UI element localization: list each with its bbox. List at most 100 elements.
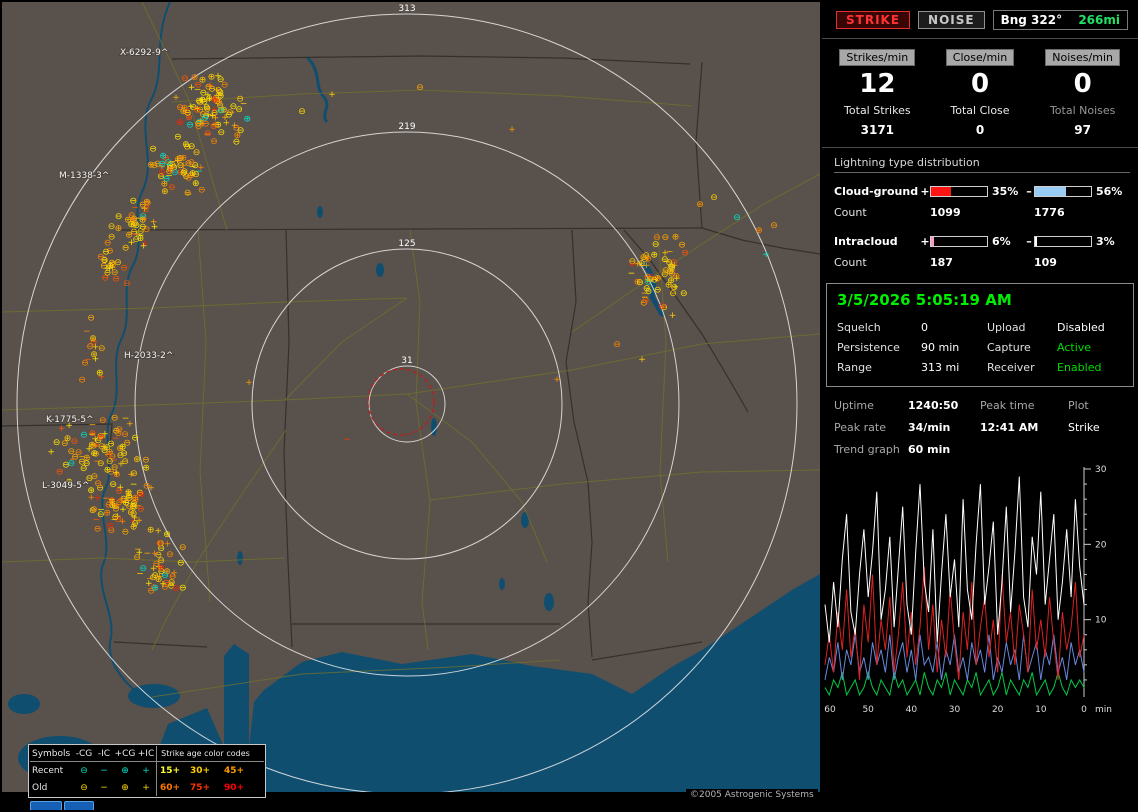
strike-symbol: + xyxy=(328,90,336,100)
strike-symbol: ⊖ xyxy=(662,233,670,243)
strike-symbol: ⊖ xyxy=(680,289,688,299)
strike-map[interactable]: 31125219313 +⊖⊖+⊖⊖⊖⊖⊖⊖+⊖⊕⊖+⊕⊖⊖⊖⊖+−⊕⊖⊖+⊕⊖… xyxy=(2,2,820,810)
ring-label: 125 xyxy=(398,239,415,249)
legend-col-neg-cg: -CG xyxy=(74,749,94,759)
session-stats: Uptime 1240:50 Peak time Plot Peak rate … xyxy=(822,387,1138,461)
strike-symbol: − xyxy=(185,190,193,200)
strike-symbol: ⊖ xyxy=(168,183,176,193)
strike-symbol: − xyxy=(136,570,144,580)
receiver-value: Enabled xyxy=(1057,358,1123,378)
distribution-title: Lightning type distribution xyxy=(834,156,1130,173)
strike-symbol: + xyxy=(140,242,148,252)
cg-pos-percent: 35% xyxy=(988,185,1024,198)
strike-symbol: ⊕ xyxy=(180,107,188,117)
strike-symbol: ⊖ xyxy=(416,83,424,93)
control-panel: STRIKE NOISE Bng 322° 266mi Strikes/min … xyxy=(822,0,1138,812)
strike-symbol: ⊖ xyxy=(172,584,180,594)
strike-symbol: ⊖ xyxy=(204,104,212,114)
ic-pos-percent: 6% xyxy=(988,235,1024,248)
noises-stat-column: Noises/min 0 Total Noises 97 xyxy=(1031,49,1134,137)
strike-symbol: ⊕ xyxy=(161,187,169,197)
ic-neg-percent: 3% xyxy=(1092,235,1124,248)
close-per-min-button[interactable]: Close/min xyxy=(946,49,1014,66)
receiver-status-grid: Squelch 0 Upload Disabled Persistence 90… xyxy=(837,318,1123,378)
strike-symbol: + xyxy=(214,72,222,82)
strikes-per-min-button[interactable]: Strikes/min xyxy=(839,49,915,66)
strike-symbol: ⊖ xyxy=(131,219,139,229)
cg-pos-bar xyxy=(930,186,988,197)
strike-symbol: − xyxy=(131,203,139,213)
strike-symbol: ⊖ xyxy=(193,148,201,158)
strike-symbol: + xyxy=(204,91,212,101)
legend-header-row: Symbols -CG -IC +CG +IC Strike age color… xyxy=(30,746,264,762)
strike-symbol: ⊕ xyxy=(156,539,164,549)
noise-mode-button[interactable]: NOISE xyxy=(918,11,985,29)
strike-map-canvas[interactable]: 31125219313 +⊖⊖+⊖⊖⊖⊖⊖⊖+⊖⊕⊖+⊕⊖⊖⊖⊖+−⊕⊖⊖+⊕⊖… xyxy=(2,2,820,810)
strike-symbol: ⊖ xyxy=(86,342,94,352)
plot-mode-value: Strike xyxy=(1068,417,1134,439)
strike-symbol: ⊖ xyxy=(108,222,116,232)
strike-symbol: ⊖ xyxy=(225,110,233,120)
strike-symbol: ⊕ xyxy=(139,215,147,225)
x-tick-label: 0 xyxy=(1081,705,1087,715)
strike-symbol: ⊕ xyxy=(133,455,141,465)
strike-symbol: + xyxy=(638,355,646,365)
capture-value: Active xyxy=(1057,338,1123,358)
cloud-ground-row: Cloud-ground + 35% – 56% xyxy=(834,181,1130,202)
close-per-min-value: 0 xyxy=(929,68,1032,100)
noises-per-min-button[interactable]: Noises/min xyxy=(1045,49,1120,66)
plus-sign: + xyxy=(920,235,930,248)
upload-label: Upload xyxy=(987,318,1057,338)
y-tick-label: 30 xyxy=(1095,465,1107,475)
strike-symbol: ⊖ xyxy=(87,314,95,324)
taskbar-chip[interactable] xyxy=(64,801,94,810)
strike-symbol: ⊖ xyxy=(181,74,189,84)
trend-graph: 1020306050403020100min xyxy=(822,465,1138,733)
strike-symbol: ⊖ xyxy=(107,440,115,450)
strike-mode-button[interactable]: STRIKE xyxy=(836,11,910,29)
old-pos-ic-icon: + xyxy=(136,783,156,793)
legend-age-title: Strike age color codes xyxy=(156,746,254,761)
strike-symbol: + xyxy=(151,222,159,232)
strike-symbol: ⊖ xyxy=(149,573,157,583)
strike-symbol: ⊖ xyxy=(80,430,88,440)
peak-time-label: Peak time xyxy=(980,395,1068,417)
strike-symbol: ⊖ xyxy=(78,375,86,385)
x-tick-label: 50 xyxy=(862,705,874,715)
x-tick-label: 20 xyxy=(992,705,1004,715)
strike-symbol: ⊖ xyxy=(133,553,141,563)
strike-symbol: + xyxy=(58,424,66,434)
age-30-label: 30+ xyxy=(190,766,224,776)
strike-symbol: ⊖ xyxy=(179,584,187,594)
x-tick-label: 10 xyxy=(1035,705,1047,715)
bearing-range-value: 266mi xyxy=(1078,13,1120,27)
station-label: M-1338-3^ xyxy=(59,171,109,181)
station-label: K-1775-5^ xyxy=(46,415,94,425)
strike-symbol: ⊖ xyxy=(215,91,223,101)
strike-symbol: ⊖ xyxy=(102,247,110,257)
strike-symbol: ⊖ xyxy=(71,437,79,447)
ic-pos-bar xyxy=(930,236,988,247)
strike-symbol: + xyxy=(164,539,172,549)
cg-neg-count: 1776 xyxy=(1034,206,1092,219)
strike-symbol: ⊖ xyxy=(68,447,76,457)
y-tick-label: 20 xyxy=(1095,540,1107,550)
x-tick-label: 30 xyxy=(949,705,961,715)
taskbar-chip[interactable] xyxy=(30,801,62,810)
total-close-value: 0 xyxy=(929,123,1032,137)
total-noises-label: Total Noises xyxy=(1031,104,1134,117)
total-close-label: Total Close xyxy=(929,104,1032,117)
strike-symbol: − xyxy=(343,435,351,445)
strike-symbol: ⊖ xyxy=(94,524,102,534)
cg-neg-percent: 56% xyxy=(1092,185,1124,198)
strike-symbol: ⊖ xyxy=(652,240,660,250)
strike-symbol: ⊖ xyxy=(130,469,138,479)
strike-symbol: + xyxy=(126,419,134,429)
strikes-per-min-value: 12 xyxy=(826,68,929,100)
rate-stats: Strikes/min 12 Total Strikes 3171 Close/… xyxy=(822,39,1138,141)
x-tick-label: 40 xyxy=(906,705,918,715)
strike-symbol: ⊖ xyxy=(115,212,123,222)
strike-symbol: ⊖ xyxy=(157,556,165,566)
strike-symbol: ⊖ xyxy=(151,161,159,171)
strike-symbol: ⊖ xyxy=(210,122,218,132)
